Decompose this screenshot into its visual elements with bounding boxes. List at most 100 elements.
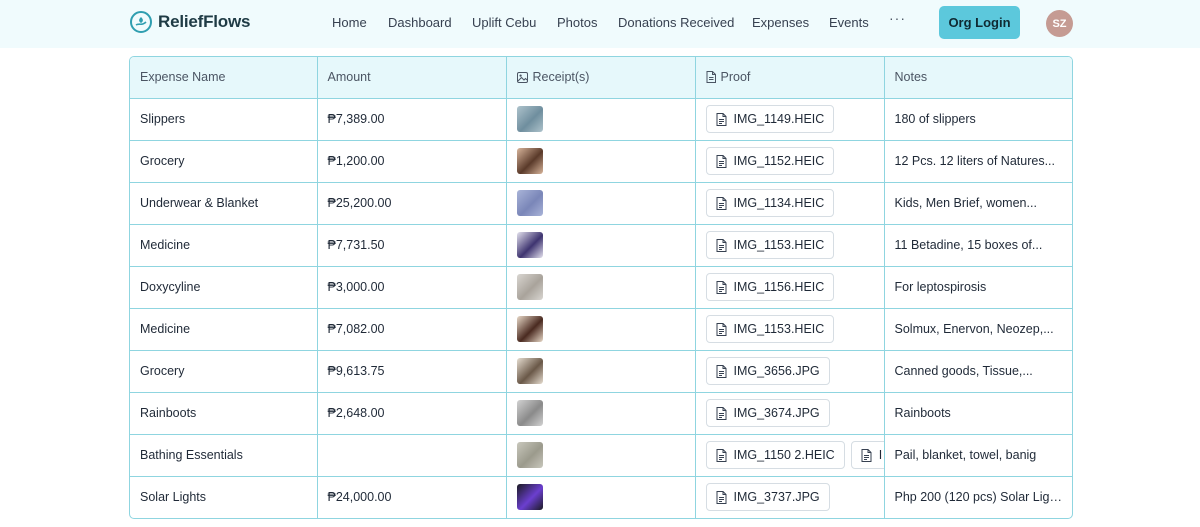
column-header-proof: Proof <box>695 57 885 99</box>
table-header-row: Expense Name Amount Receipt(s) Proof Not… <box>130 57 1072 99</box>
notes-cell: 12 Pcs. 12 liters of Natures... <box>884 140 1072 183</box>
more-menu-icon[interactable]: ··· <box>889 10 906 26</box>
main-nav: Home Dashboard Uplift Cebu Photos Donati… <box>0 0 1200 46</box>
proof-file-chip[interactable]: IMG_1153.HEIC <box>705 231 835 259</box>
user-avatar[interactable]: SZ <box>1046 10 1073 37</box>
receipt-cell <box>506 224 696 267</box>
receipt-cell <box>506 182 696 225</box>
nav-expenses[interactable]: Expenses <box>752 15 809 30</box>
table-row[interactable]: Medicine ₱7,082.00 IMG_1153.HEIC Solmux, En… <box>130 308 1072 351</box>
amount-cell: ₱7,082.00 <box>317 308 507 351</box>
expense-name-cell: Bathing Essentials <box>130 434 318 477</box>
proof-file-name: IMG_1134.HEIC <box>733 196 825 210</box>
proof-cell: IMG_1156.HEIC <box>695 266 885 309</box>
receipt-cell <box>506 308 696 351</box>
amount-cell <box>317 434 507 477</box>
amount-cell: ₱3,000.00 <box>317 266 507 309</box>
receipt-thumbnail[interactable] <box>516 316 543 342</box>
table-row[interactable]: Doxycyline ₱3,000.00 IMG_1156.HEIC For lept… <box>130 266 1072 309</box>
document-icon <box>716 364 726 378</box>
receipt-thumbnail[interactable] <box>516 190 543 216</box>
table-row[interactable]: Grocery ₱1,200.00 IMG_1152.HEIC 12 Pcs. 12 … <box>130 140 1072 183</box>
proof-cell: IMG_1153.HEIC <box>695 224 885 267</box>
receipt-thumbnail[interactable] <box>516 400 543 426</box>
proof-file-chip[interactable]: IMG_3674.JPG <box>705 399 830 427</box>
notes-cell: Pail, blanket, towel, banig <box>884 434 1072 477</box>
nav-events[interactable]: Events <box>829 15 869 30</box>
table-row[interactable]: Solar Lights ₱24,000.00 IMG_3737.JPG Php 20… <box>130 476 1072 518</box>
amount-cell: ₱25,200.00 <box>317 182 507 225</box>
proof-file-chip[interactable]: I <box>850 441 883 469</box>
expense-name-cell: Medicine <box>130 308 318 351</box>
proof-cell: IMG_1134.HEIC <box>695 182 885 225</box>
notes-cell: Kids, Men Brief, women... <box>884 182 1072 225</box>
column-header-notes: Notes <box>884 57 1072 99</box>
receipt-cell <box>506 476 696 518</box>
proof-file-chip[interactable]: IMG_3656.JPG <box>705 357 830 385</box>
document-icon <box>716 238 726 252</box>
receipt-thumbnail[interactable] <box>516 484 543 511</box>
notes-cell: Solmux, Enervon, Neozep,... <box>884 308 1072 351</box>
proof-cell: IMG_1149.HEIC <box>695 98 885 141</box>
expense-name-cell: Rainboots <box>130 392 318 435</box>
nav-home[interactable]: Home <box>332 15 367 30</box>
column-header-expense-name: Expense Name <box>130 57 318 99</box>
document-icon <box>716 280 726 294</box>
proof-cell: IMG_1150 2.HEIC I <box>695 434 885 477</box>
table-row[interactable]: Slippers ₱7,389.00 IMG_1149.HEIC 180 of sli… <box>130 98 1072 141</box>
nav-dashboard[interactable]: Dashboard <box>388 15 452 30</box>
amount-cell: ₱9,613.75 <box>317 350 507 393</box>
receipt-cell <box>506 392 696 435</box>
document-icon <box>716 490 726 504</box>
notes-cell: Php 200 (120 pcs) Solar Lights <box>894 490 1067 505</box>
proof-file-name: IMG_1150 2.HEIC <box>733 448 835 462</box>
table-row[interactable]: Rainboots ₱2,648.00 IMG_3674.JPG Rainboots <box>130 392 1072 435</box>
notes-cell: Rainboots <box>884 392 1072 435</box>
table-row[interactable]: Medicine ₱7,731.50 IMG_1153.HEIC 11 Betadin… <box>130 224 1072 267</box>
nav-donations-received[interactable]: Donations Received <box>618 15 734 30</box>
proof-cell: IMG_3674.JPG <box>695 392 885 435</box>
amount-cell: ₱7,731.50 <box>317 224 507 267</box>
receipt-thumbnail[interactable] <box>516 148 543 174</box>
nav-uplift-cebu[interactable]: Uplift Cebu <box>472 15 536 30</box>
image-icon <box>516 71 528 83</box>
receipt-thumbnail[interactable] <box>516 274 543 300</box>
proof-file-chip[interactable]: IMG_1153.HEIC <box>705 315 835 343</box>
proof-file-name: IMG_1149.HEIC <box>733 112 825 126</box>
receipt-cell <box>506 266 696 309</box>
proof-file-chip[interactable]: IMG_1150 2.HEIC <box>705 441 845 469</box>
notes-cell: 11 Betadine, 15 boxes of... <box>884 224 1072 267</box>
document-icon <box>861 448 872 462</box>
expense-name-cell: Medicine <box>130 224 318 267</box>
proof-file-chip[interactable]: IMG_3737.JPG <box>705 483 830 512</box>
notes-cell: For leptospirosis <box>884 266 1072 309</box>
proof-file-chip[interactable]: IMG_1149.HEIC <box>705 105 835 133</box>
top-navigation-bar: ReliefFlows Home Dashboard Uplift Cebu P… <box>0 0 1200 48</box>
expense-name-cell: Doxycyline <box>130 266 318 309</box>
document-icon <box>716 406 726 420</box>
proof-file-chip[interactable]: IMG_1152.HEIC <box>705 147 835 175</box>
proof-file-chip[interactable]: IMG_1134.HEIC <box>705 189 835 217</box>
table-row[interactable]: Bathing Essentials IMG_1150 2.HEIC I Pail, … <box>130 434 1072 477</box>
table-row[interactable]: Underwear & Blanket ₱25,200.00 IMG_1134.HE… <box>130 182 1072 225</box>
amount-cell: ₱24,000.00 <box>317 476 507 518</box>
proof-file-name: IMG_3737.JPG <box>733 490 820 505</box>
org-login-button[interactable]: Org Login <box>939 6 1020 39</box>
receipt-thumbnail[interactable] <box>516 106 543 132</box>
table-row[interactable]: Grocery ₱9,613.75 IMG_3656.JPG Canned goods… <box>130 350 1072 393</box>
expense-name-cell: Grocery <box>130 140 318 183</box>
expense-name-cell: Underwear & Blanket <box>130 182 318 225</box>
receipt-thumbnail[interactable] <box>516 442 543 468</box>
proof-cell: IMG_3656.JPG <box>695 350 885 393</box>
receipt-cell <box>506 434 696 477</box>
amount-cell: ₱7,389.00 <box>317 98 507 141</box>
nav-photos[interactable]: Photos <box>557 15 597 30</box>
receipt-thumbnail[interactable] <box>516 358 543 384</box>
notes-cell: Canned goods, Tissue,... <box>884 350 1072 393</box>
document-icon <box>716 448 726 462</box>
proof-file-name: IMG_1156.HEIC <box>733 280 825 294</box>
proof-cell: IMG_1152.HEIC <box>695 140 885 183</box>
proof-file-chip[interactable]: IMG_1156.HEIC <box>705 273 835 301</box>
expense-name-cell: Slippers <box>130 98 318 141</box>
receipt-thumbnail[interactable] <box>516 232 543 258</box>
